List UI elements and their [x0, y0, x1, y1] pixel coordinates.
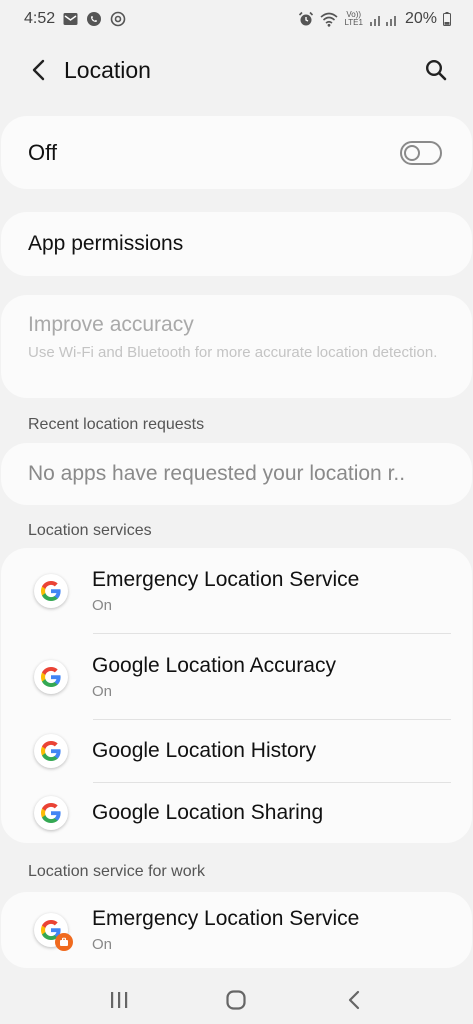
- service-status: On: [92, 936, 113, 953]
- google-icon: [34, 913, 73, 951]
- email-icon: [63, 12, 78, 26]
- improve-accuracy-subtitle: Use Wi-Fi and Bluetooth for more accurat…: [28, 344, 438, 361]
- nav-back-button[interactable]: [334, 980, 374, 1020]
- alarm-icon: [298, 11, 314, 27]
- home-button[interactable]: [216, 980, 256, 1020]
- service-text: Emergency Location Service On: [92, 568, 359, 614]
- battery-percent: 20%: [404, 10, 437, 27]
- master-switch-label: Off: [28, 139, 57, 165]
- search-button[interactable]: [421, 55, 451, 85]
- recent-requests-card: No apps have requested your location r..: [1, 443, 472, 505]
- volte-bottom-label: LTE1: [344, 18, 363, 27]
- service-text: Google Location Accuracy On: [92, 654, 336, 700]
- google-icon: [34, 734, 68, 768]
- battery-icon: [443, 12, 451, 26]
- service-status: On: [92, 596, 113, 614]
- toggle-knob: [404, 144, 420, 161]
- app-permissions-item[interactable]: App permissions: [1, 212, 472, 276]
- improve-accuracy-title: Improve accuracy: [28, 313, 194, 336]
- status-time: 4:52: [24, 10, 56, 27]
- app-bar: Location: [0, 44, 473, 96]
- service-title: Google Location Accuracy: [92, 653, 336, 677]
- service-text: Emergency Location Service On: [92, 907, 359, 953]
- improve-accuracy-item: Improve accuracy Use Wi-Fi and Bluetooth…: [1, 295, 472, 398]
- volte-icon: Vo)) LTE1: [344, 11, 363, 27]
- google-icon: [34, 573, 68, 608]
- service-item-location-accuracy[interactable]: Google Location Accuracy On: [1, 634, 472, 719]
- service-item-emergency-location[interactable]: Emergency Location Service On: [1, 548, 472, 633]
- app-permissions-label: App permissions: [28, 232, 184, 255]
- work-service-item-emergency-location[interactable]: Emergency Location Service On: [1, 892, 472, 968]
- location-toggle[interactable]: [400, 140, 442, 165]
- status-right: Vo)) LTE1 20%: [298, 10, 451, 28]
- google-icon: [34, 796, 68, 830]
- recent-requests-empty-text: No apps have requested your location r..: [28, 462, 406, 485]
- back-arrow-icon: [32, 59, 45, 81]
- service-title: Emergency Location Service: [92, 567, 360, 591]
- back-icon: [349, 990, 360, 1010]
- work-services-header: Location service for work: [28, 863, 205, 880]
- service-title: Emergency Location Service: [92, 907, 360, 930]
- home-icon: [226, 990, 247, 1010]
- service-title: Google Location History: [92, 739, 317, 762]
- location-services-header: Location services: [28, 522, 152, 539]
- location-services-card: Emergency Location Service On Google Loc…: [1, 548, 472, 843]
- signal-icon: [369, 12, 399, 26]
- back-button[interactable]: [26, 54, 50, 86]
- service-item-location-history[interactable]: Google Location History: [1, 720, 472, 782]
- wifi-icon: [320, 12, 338, 27]
- work-profile-icon: [55, 933, 73, 951]
- search-icon: [425, 59, 447, 81]
- recents-icon: [110, 992, 128, 1008]
- location-master-switch[interactable]: Off: [1, 116, 472, 189]
- google-icon: [34, 659, 68, 694]
- work-services-card: Emergency Location Service On: [1, 892, 472, 968]
- service-status: On: [92, 682, 113, 700]
- service-text: Google Location Sharing: [92, 801, 323, 825]
- service-item-location-sharing[interactable]: Google Location Sharing: [1, 783, 472, 843]
- system-nav-bar: [0, 976, 473, 1024]
- recent-requests-header: Recent location requests: [28, 416, 205, 433]
- page-title: Location: [64, 56, 151, 83]
- recents-button[interactable]: [99, 980, 139, 1020]
- status-left: 4:52: [24, 10, 126, 28]
- status-bar: 4:52 Vo)) LTE1 20%: [0, 0, 473, 38]
- service-title: Google Location Sharing: [92, 801, 324, 824]
- service-text: Google Location History: [92, 739, 316, 763]
- sync-icon: [110, 11, 126, 27]
- whatsapp-icon: [86, 11, 102, 27]
